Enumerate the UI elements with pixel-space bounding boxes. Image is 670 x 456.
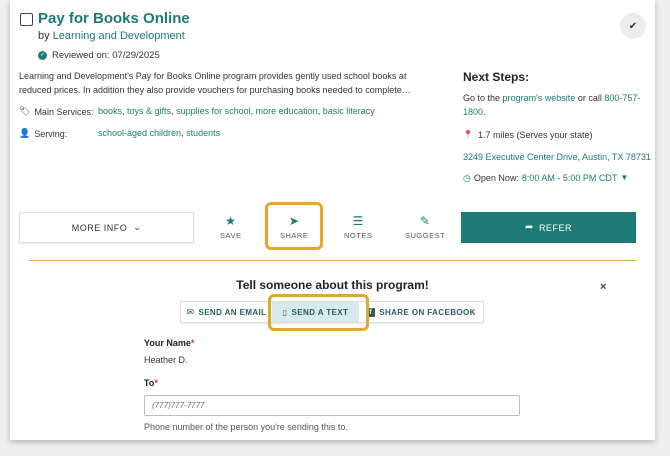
period: . [483,107,486,117]
your-name-label: Your Name* [144,338,195,348]
main-services-label-row: 🏷 Main Services: [19,106,93,117]
share-arrow-icon: ➦ [525,222,534,233]
close-icon[interactable]: × [600,281,606,293]
person-icon: 👤 [19,128,31,138]
hours-link[interactable]: 8:00 AM - 5:00 PM CDT [522,171,618,185]
reviewed-date: Reviewed on: 07/29/2025 [52,50,160,61]
suggest-label: SUGGEST [405,231,446,240]
send-text-highlight [268,294,369,331]
next-steps-heading: Next Steps: [463,70,530,84]
service-link[interactable]: books [98,106,122,116]
tab-label: SEND AN EMAIL [198,307,267,317]
checkmark-icon[interactable]: ✔ [620,13,646,39]
service-link[interactable]: toys & gifts [127,106,171,116]
service-link[interactable]: supplies for school [176,106,251,116]
website-link[interactable]: program's website [503,93,576,103]
share-button[interactable]: ➤ SHARE [280,214,308,240]
next-steps-contact: Go to the program's website or call 800-… [463,91,648,119]
serving-label: Serving: [34,128,68,139]
serving-label-row: 👤 Serving: [19,128,67,139]
main-services-list: books, toys & gifts, supplies for school… [98,106,375,116]
to-help-text: Phone number of the person you're sendin… [144,422,348,432]
chevron-down-icon[interactable]: ▼ [620,171,628,185]
by-prefix: by [38,30,50,42]
to-phone-input[interactable] [144,395,520,416]
envelope-icon: ✉ [186,306,195,317]
tab-share-facebook[interactable]: f SHARE ON FACEBOOK [359,302,483,322]
service-link[interactable]: more education [256,106,318,116]
check-circle-icon: ✓ [38,51,47,60]
distance-row: 📍 1.7 miles (Serves your state) [463,128,593,142]
open-now-row: ◷ Open Now: 8:00 AM - 5:00 PM CDT ▼ [463,171,628,185]
main-services-label: Main Services: [34,106,94,117]
program-title[interactable]: Pay for Books Online [38,10,190,27]
share-label: SHARE [280,231,309,240]
goto-prefix: Go to the [463,93,501,103]
star-icon: ★ [225,214,237,228]
refer-button[interactable]: ➦ REFER [461,212,636,243]
provider-link[interactable]: Learning and Development [53,30,185,42]
tab-send-email[interactable]: ✉ SEND AN EMAIL [181,302,272,322]
to-label: To* [144,378,158,388]
address-row: 3249 Executive Center Drive, Austin, TX … [463,150,651,164]
more-info-label: MORE INFO [71,222,128,233]
map-marker-icon: 📍 [463,130,473,139]
chevron-down-icon: ⌄ [133,222,142,232]
provider-line: by Learning and Development [38,30,185,42]
save-button[interactable]: ★ SAVE [220,214,241,240]
serving-link[interactable]: students [186,128,220,138]
paper-plane-icon: ➤ [288,214,300,228]
address-link[interactable]: 3249 Executive Center Drive, Austin, TX … [463,152,651,162]
suggest-button[interactable]: ✎ SUGGEST [405,214,445,240]
tag-icon: 🏷 [19,106,31,116]
notes-label: NOTES [344,231,373,240]
or-call-text: or call [577,93,602,103]
service-link[interactable]: basic literacy [323,106,375,116]
open-now-label: Open Now: [473,173,519,183]
your-name-value: Heather D. [144,355,188,365]
program-description: Learning and Development's Pay for Books… [19,71,411,95]
serving-link[interactable]: school-aged children [98,128,181,138]
notes-button[interactable]: ☰ NOTES [344,214,372,240]
list-icon: ☰ [352,214,364,228]
divider [29,260,636,261]
refer-label: REFER [538,222,572,233]
select-checkbox[interactable] [20,13,33,26]
clock-icon: ◷ [463,173,471,183]
pencil-icon: ✎ [419,214,431,228]
share-panel-heading: Tell someone about this program! [236,278,429,292]
reviewed-line: ✓ Reviewed on: 07/29/2025 [38,50,160,61]
save-label: SAVE [220,231,242,240]
tab-label: SHARE ON FACEBOOK [379,307,476,317]
more-info-button[interactable]: MORE INFO ⌄ [19,212,194,243]
serving-list: school-aged children, students [98,128,221,138]
distance-text: 1.7 miles (Serves your state) [477,130,593,140]
program-card: Pay for Books Online by Learning and Dev… [10,0,655,440]
